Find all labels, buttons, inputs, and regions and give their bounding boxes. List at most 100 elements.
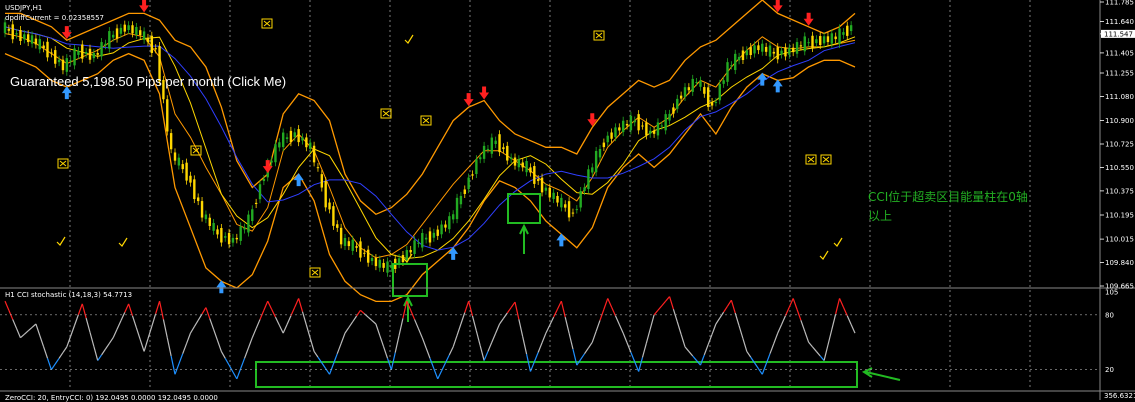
- candle-body: [846, 25, 849, 36]
- cci-line-segment: [286, 315, 292, 325]
- cci-line-segment: [62, 346, 68, 353]
- candle-body: [749, 47, 752, 56]
- cci-line-segment: [595, 320, 601, 332]
- candle-body: [34, 38, 38, 45]
- cci-line-segment: [27, 326, 33, 332]
- check-icon: [118, 237, 128, 247]
- candle-body: [448, 216, 451, 230]
- candle-body: [513, 157, 517, 166]
- candle-body: [251, 209, 254, 222]
- candle-body: [451, 214, 455, 220]
- price-tick-label: 111.255: [1105, 70, 1134, 78]
- cci-line-segment: [54, 357, 60, 365]
- candle-body: [154, 48, 157, 50]
- cci-line-segment: [792, 298, 798, 310]
- cci-line-segment: [641, 343, 647, 358]
- candle-body: [815, 39, 818, 44]
- cci-line-segment: [93, 346, 99, 361]
- price-tick-label: 110.725: [1105, 141, 1134, 149]
- cci-line-segment: [429, 358, 435, 369]
- price-tick-label: 111.080: [1105, 93, 1134, 101]
- cci-line-segment: [537, 342, 543, 353]
- cci-line-segment: [131, 315, 137, 328]
- cci-line-segment: [483, 351, 489, 361]
- cci-line-segment: [85, 317, 91, 333]
- cci-line-segment: [174, 363, 180, 375]
- oversold-annotation: CCI位于超卖区目能量柱在0轴 以上: [868, 190, 1028, 223]
- cci-line-segment: [228, 364, 234, 373]
- price-tick-label: 110.015: [1105, 236, 1134, 244]
- candle-body: [262, 178, 266, 182]
- price-tick-label: 110.195: [1105, 212, 1134, 220]
- check-icon: [833, 237, 843, 247]
- candle-body: [710, 102, 714, 106]
- cci-line-segment: [468, 300, 474, 317]
- candle-body: [594, 150, 598, 173]
- sell-flag-cross: [59, 160, 67, 167]
- candle-body: [807, 42, 810, 44]
- cci-line-segment: [20, 333, 25, 339]
- sell-arrow-icon: [587, 113, 598, 127]
- cci-line-segment: [688, 351, 694, 357]
- cci-line-segment: [189, 326, 195, 334]
- candle-body: [11, 24, 14, 40]
- cci-line-segment: [379, 335, 385, 348]
- candle-body: [301, 137, 304, 141]
- candle-body: [324, 181, 327, 208]
- cci-line-segment: [294, 298, 300, 308]
- candle-body: [761, 43, 764, 52]
- price-tick-label: 110.375: [1105, 187, 1134, 195]
- cci-line-segment: [730, 300, 736, 314]
- candle-body: [764, 46, 768, 52]
- candle-body: [838, 28, 841, 44]
- price-tick-label: 111.405: [1105, 49, 1134, 57]
- cci-line-segment: [383, 346, 389, 359]
- promo-link[interactable]: Guaranteed 5,198.50 Pips per month (Clic…: [10, 74, 286, 89]
- cci-line-segment: [549, 316, 555, 326]
- cci-line-segment: [529, 361, 535, 372]
- cci-line-segment: [89, 332, 95, 347]
- cci-line-segment: [746, 351, 752, 358]
- cci-line-segment: [661, 300, 667, 307]
- signal-highlight-box: [507, 193, 541, 224]
- candle-body: [606, 135, 609, 143]
- candle-body: [560, 197, 563, 208]
- cci-line-segment: [603, 298, 609, 310]
- candle-body: [768, 45, 772, 57]
- cci-line-segment: [723, 305, 729, 313]
- cci-line-segment: [278, 324, 284, 334]
- cci-line-segment: [251, 328, 257, 338]
- highlight-boxes: [255, 193, 901, 388]
- cci-line-segment: [657, 305, 663, 311]
- candle-body: [108, 31, 111, 49]
- price-tick-label: 111.785: [1105, 0, 1134, 7]
- candle-body: [417, 242, 420, 244]
- candle-body: [625, 123, 629, 126]
- candle-body: [366, 249, 370, 263]
- cci-line-segment: [541, 332, 547, 343]
- indicator-value-label: dpdiffCurrent = 0.02358557: [5, 14, 105, 22]
- cci-line-segment: [290, 306, 296, 317]
- sell-flag-cross: [311, 269, 319, 276]
- cci-line-segment: [413, 319, 419, 329]
- cci-line-segment: [58, 352, 64, 359]
- sell-flag-cross: [807, 156, 815, 163]
- cci-line-segment: [514, 301, 520, 320]
- candle-body: [281, 132, 285, 148]
- candle-body: [270, 160, 273, 163]
- candle-body: [316, 167, 320, 169]
- candle-body: [42, 45, 45, 49]
- cci-line-segment: [487, 342, 493, 352]
- cci-line-segment: [50, 363, 56, 371]
- cci-line-segment: [761, 363, 767, 375]
- candle-body: [826, 36, 830, 43]
- cci-line-segment: [692, 355, 698, 361]
- candle-body: [467, 177, 470, 190]
- candle-body: [69, 60, 72, 62]
- sell-flag-cross: [263, 20, 271, 27]
- candle-body: [475, 159, 478, 175]
- candle-body: [722, 80, 725, 84]
- candle-body: [571, 212, 575, 214]
- price-tick-label: 109.840: [1105, 259, 1134, 267]
- cci-line-segment: [305, 324, 311, 339]
